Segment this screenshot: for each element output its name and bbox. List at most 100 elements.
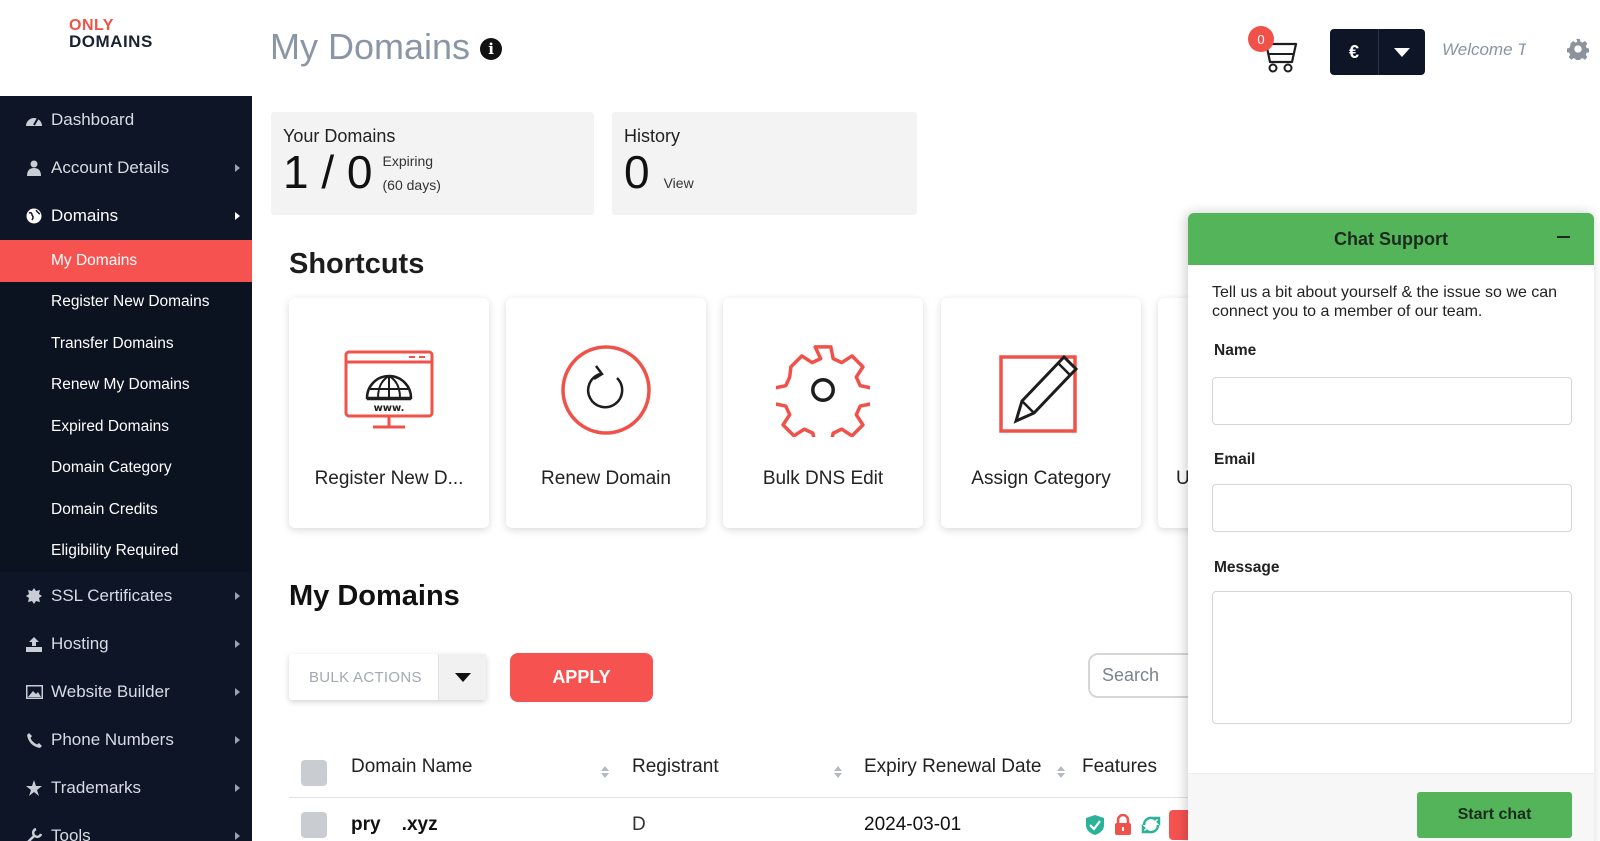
- gear-icon: [1566, 38, 1590, 62]
- sidebar-subitem-eligibility-required[interactable]: Eligibility Required: [0, 531, 252, 573]
- sidebar-item-website-builder[interactable]: Website Builder: [0, 668, 252, 716]
- table-header: Domain Name Registrant Expiry Renewal Da…: [289, 748, 1189, 798]
- registrant-cell: D: [632, 814, 646, 835]
- chevron-down-icon: [454, 672, 471, 682]
- message-label: Message: [1214, 559, 1280, 576]
- sidebar-subitem-my-domains[interactable]: My Domains: [0, 240, 252, 282]
- chevron-right-icon: [235, 640, 240, 648]
- bulk-actions-placeholder: BULK ACTIONS: [309, 668, 422, 686]
- sidebar-item-label: Dashboard: [51, 110, 135, 129]
- domain-name-link[interactable]: pry .xyz: [351, 814, 438, 836]
- sidebar-subitem-domain-credits[interactable]: Domain Credits: [0, 489, 252, 531]
- auto-renew-icon: [1141, 816, 1161, 839]
- shortcut-bulk-dns-edit[interactable]: Bulk DNS Edit: [723, 298, 923, 528]
- message-field[interactable]: [1212, 591, 1572, 724]
- currency-symbol: €: [1348, 41, 1359, 62]
- sidebar-item-label: Tools: [51, 826, 91, 841]
- sidebar-subitem-register-new-domains[interactable]: Register New Domains: [0, 282, 252, 324]
- currency-dropdown-toggle[interactable]: [1379, 47, 1425, 57]
- wrench-icon: [25, 827, 43, 841]
- sidebar-item-label: Trademarks: [51, 778, 142, 797]
- column-expiry-renewal-date[interactable]: Expiry Renewal Date: [864, 756, 1041, 778]
- email-label: Email: [1214, 451, 1256, 468]
- your-domains-card[interactable]: Your Domains 1 / 0 Expiring (60 days): [271, 112, 594, 215]
- currency-selector[interactable]: €: [1330, 29, 1425, 75]
- sidebar-item-ssl-certificates[interactable]: SSL Certificates: [0, 572, 252, 620]
- chevron-right-icon: [235, 688, 240, 696]
- shortcut-renew-domain[interactable]: Renew Domain: [506, 298, 706, 528]
- minimize-icon[interactable]: [1557, 236, 1570, 238]
- start-chat-button[interactable]: Start chat: [1417, 792, 1572, 838]
- bulk-actions-select[interactable]: BULK ACTIONS: [289, 654, 486, 700]
- sidebar-item-label: Website Builder: [51, 682, 170, 701]
- history-view-link[interactable]: View: [664, 171, 694, 195]
- sidebar-subitem-domain-category[interactable]: Domain Category: [0, 448, 252, 490]
- sidebar-subitem-transfer-domains[interactable]: Transfer Domains: [0, 323, 252, 365]
- sidebar-subitem-renew-my-domains[interactable]: Renew My Domains: [0, 365, 252, 407]
- cart-button[interactable]: 0: [1248, 26, 1298, 74]
- phone-icon: [25, 731, 43, 749]
- chat-footer: Start chat: [1188, 773, 1594, 841]
- sidebar-item-trademarks[interactable]: Trademarks: [0, 764, 252, 812]
- info-icon[interactable]: i: [480, 38, 503, 60]
- welcome-text[interactable]: Welcome Tr: [1442, 40, 1526, 60]
- name-label: Name: [1214, 342, 1257, 359]
- settings-button[interactable]: [1566, 38, 1590, 65]
- chevron-right-icon: [235, 832, 240, 840]
- sidebar-item-hosting[interactable]: Hosting: [0, 620, 252, 668]
- chat-title: Chat Support: [1334, 228, 1448, 249]
- chevron-right-icon: [235, 784, 240, 792]
- sidebar-item-tools[interactable]: Tools: [0, 812, 252, 841]
- expiry-date-cell: 2024-03-01: [864, 814, 962, 835]
- shortcut-label: Assign Category: [971, 468, 1111, 489]
- sort-icon[interactable]: [834, 766, 842, 778]
- chat-support-widget: Chat Support Tell us a bit about yoursel…: [1188, 213, 1594, 841]
- table-row[interactable]: pry .xyz D 2024-03-01: [289, 810, 1189, 841]
- domains-submenu: My Domains Register New Domains Transfer…: [0, 240, 252, 572]
- chat-intro-text: Tell us a bit about yourself & the issue…: [1212, 284, 1558, 320]
- page-title-text: My Domains: [270, 26, 471, 67]
- lock-icon: [1114, 813, 1132, 841]
- email-field[interactable]: [1212, 484, 1572, 532]
- sidebar: Dashboard Account Details Domains My Dom…: [0, 96, 252, 841]
- sidebar-item-label: Phone Numbers: [51, 730, 174, 749]
- apply-button[interactable]: APPLY: [510, 653, 653, 702]
- your-domains-value: 1 / 0: [283, 146, 373, 198]
- column-features: Features: [1082, 756, 1157, 777]
- globe-icon: [25, 207, 43, 225]
- sidebar-item-phone-numbers[interactable]: Phone Numbers: [0, 716, 252, 764]
- image-icon: [25, 683, 43, 701]
- bulk-actions-dropdown-toggle[interactable]: [438, 654, 486, 700]
- sidebar-subitem-expired-domains[interactable]: Expired Domains: [0, 406, 252, 448]
- sort-icon[interactable]: [601, 766, 609, 778]
- shortcut-register-new-domain[interactable]: www. Register New D...: [289, 298, 489, 528]
- certificate-icon: [25, 587, 43, 605]
- chevron-right-icon: [235, 736, 240, 744]
- shield-check-icon: [1085, 814, 1105, 841]
- shortcut-assign-category[interactable]: Assign Category: [941, 298, 1141, 528]
- chat-header[interactable]: Chat Support: [1188, 213, 1594, 265]
- column-registrant[interactable]: Registrant: [632, 756, 719, 778]
- column-domain-name[interactable]: Domain Name: [351, 756, 472, 778]
- your-domains-label: Your Domains: [283, 126, 396, 146]
- chevron-down-icon: [1394, 47, 1410, 57]
- name-field[interactable]: [1212, 377, 1572, 425]
- edit-icon: [996, 342, 1086, 438]
- sidebar-item-domains[interactable]: Domains: [0, 192, 252, 240]
- sidebar-item-dashboard[interactable]: Dashboard: [0, 96, 252, 144]
- shortcut-label: Renew Domain: [541, 468, 671, 489]
- dashboard-icon: [25, 111, 43, 129]
- select-all-checkbox[interactable]: [301, 760, 327, 786]
- brand-logo[interactable]: ONLY DOMAINS: [69, 18, 153, 51]
- cart-count-badge: 0: [1248, 26, 1274, 52]
- partial-icon: [1158, 342, 1178, 438]
- renew-icon: [560, 342, 652, 438]
- expiring-window: (60 days): [382, 177, 441, 193]
- history-card[interactable]: History 0 View: [612, 112, 917, 215]
- shortcut-label: Bulk DNS Edit: [762, 468, 884, 489]
- shortcut-label: U: [1176, 468, 1190, 489]
- sort-icon[interactable]: [1057, 766, 1065, 778]
- row-checkbox[interactable]: [301, 812, 327, 838]
- sidebar-item-account-details[interactable]: Account Details: [0, 144, 252, 192]
- history-label: History: [624, 126, 681, 146]
